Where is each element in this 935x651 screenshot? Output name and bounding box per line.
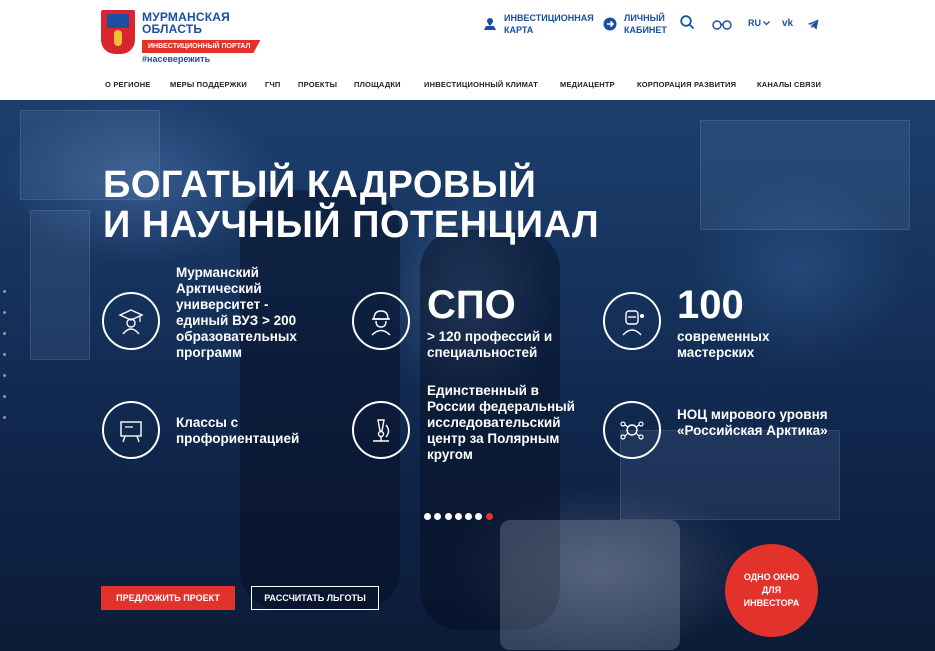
logo-badge: ИНВЕСТИЦИОННЫЙ ПОРТАЛ xyxy=(142,40,261,53)
feature-workshops-text: современных мастерских xyxy=(677,329,770,360)
feature-spo-big: СПО xyxy=(427,283,516,327)
accessibility-glasses-icon[interactable] xyxy=(712,17,732,35)
side-marks xyxy=(3,290,6,437)
feature-spo-text: > 120 профессий и специальностей xyxy=(427,329,553,360)
microscope-icon xyxy=(352,401,410,459)
cabinet-link[interactable]: ЛИЧНЫЙ КАБИНЕТ xyxy=(602,12,672,36)
map-icon xyxy=(482,16,498,32)
slider-dot[interactable] xyxy=(444,513,452,520)
welder-icon xyxy=(603,292,661,350)
main-nav: О РЕГИОНЕ МЕРЫ ПОДДЕРЖКИ ГЧП ПРОЕКТЫ ПЛО… xyxy=(0,80,935,92)
invest-map-link[interactable]: ИНВЕСТИЦИОННАЯ КАРТА xyxy=(482,12,594,36)
slider-dots xyxy=(424,513,496,520)
nav-item-projects[interactable]: ПРОЕКТЫ xyxy=(298,80,337,89)
worker-icon xyxy=(352,292,410,350)
nav-item-channels[interactable]: КАНАЛЫ СВЯЗИ xyxy=(757,80,821,89)
cabinet-label: ЛИЧНЫЙ КАБИНЕТ xyxy=(624,13,667,35)
hero-banner: БОГАТЫЙ КАДРОВЫЙ И НАУЧНЫЙ ПОТЕНЦИАЛ Мур… xyxy=(0,100,935,651)
hero-title-line2: И НАУЧНЫЙ ПОТЕНЦИАЛ xyxy=(103,204,600,246)
research-network-icon xyxy=(603,401,661,459)
login-icon xyxy=(602,16,618,32)
feature-university-text: Мурманский Арктический университет - еди… xyxy=(176,265,297,360)
one-window-label: ОДНО ОКНО ДЛЯ ИНВЕСТОРА xyxy=(743,572,800,608)
site-header: МУРМАНСКАЯ ОБЛАСТЬ ИНВЕСТИЦИОННЫЙ ПОРТАЛ… xyxy=(0,0,935,100)
nav-item-sites[interactable]: ПЛОЩАДКИ xyxy=(354,80,401,89)
hero-title-line1: БОГАТЫЙ КАДРОВЫЙ xyxy=(103,164,537,206)
blackboard-icon xyxy=(102,401,160,459)
slider-dot-active[interactable] xyxy=(485,513,493,520)
feature-noc-text: НОЦ мирового уровня «Российская Арктика» xyxy=(677,407,828,438)
feature-workshops-big: 100 xyxy=(677,283,744,327)
background-figure xyxy=(240,190,400,610)
slider-dot[interactable] xyxy=(424,513,431,520)
nav-item-media[interactable]: МЕДИАЦЕНТР xyxy=(560,80,615,89)
nav-item-support[interactable]: МЕРЫ ПОДДЕРЖКИ xyxy=(170,80,247,89)
slider-dot[interactable] xyxy=(465,513,473,520)
coat-of-arms-icon xyxy=(101,10,135,54)
graduate-icon xyxy=(102,292,160,350)
nav-item-corporation[interactable]: КОРПОРАЦИЯ РАЗВИТИЯ xyxy=(637,80,736,89)
background-panel xyxy=(700,120,910,230)
nav-item-region[interactable]: О РЕГИОНЕ xyxy=(105,80,151,89)
logo-hashtag: #насевережить xyxy=(142,54,211,64)
calculate-benefits-button[interactable]: РАССЧИТАТЬ ЛЬГОТЫ xyxy=(251,586,379,610)
chevron-down-icon xyxy=(763,20,770,25)
telegram-icon[interactable] xyxy=(807,17,819,35)
vk-icon[interactable]: vk xyxy=(782,18,793,29)
logo-title: МУРМАНСКАЯ ОБЛАСТЬ xyxy=(142,10,230,36)
slider-dot[interactable] xyxy=(454,513,462,520)
language-switcher[interactable]: RU xyxy=(748,18,770,28)
one-window-button[interactable]: ОДНО ОКНО ДЛЯ ИНВЕСТОРА xyxy=(725,544,818,637)
propose-project-button[interactable]: ПРЕДЛОЖИТЬ ПРОЕКТ xyxy=(101,586,235,610)
background-console xyxy=(500,520,680,650)
feature-classes-text: Классы с профориентацией xyxy=(176,415,300,446)
search-icon[interactable] xyxy=(680,15,695,35)
feature-research-center-text: Единственный в России федеральный исслед… xyxy=(427,383,575,462)
nav-item-ppp[interactable]: ГЧП xyxy=(265,80,281,89)
hero-title: БОГАТЫЙ КАДРОВЫЙ И НАУЧНЫЙ ПОТЕНЦИАЛ xyxy=(103,165,599,245)
language-label: RU xyxy=(748,18,761,28)
site-logo[interactable]: МУРМАНСКАЯ ОБЛАСТЬ ИНВЕСТИЦИОННЫЙ ПОРТАЛ… xyxy=(101,10,261,64)
nav-item-climate[interactable]: ИНВЕСТИЦИОННЫЙ КЛИМАТ xyxy=(424,80,538,89)
slider-dot[interactable] xyxy=(475,513,483,520)
slider-dot[interactable] xyxy=(434,513,442,520)
invest-map-label: ИНВЕСТИЦИОННАЯ КАРТА xyxy=(504,13,594,35)
background-panel xyxy=(30,210,90,360)
